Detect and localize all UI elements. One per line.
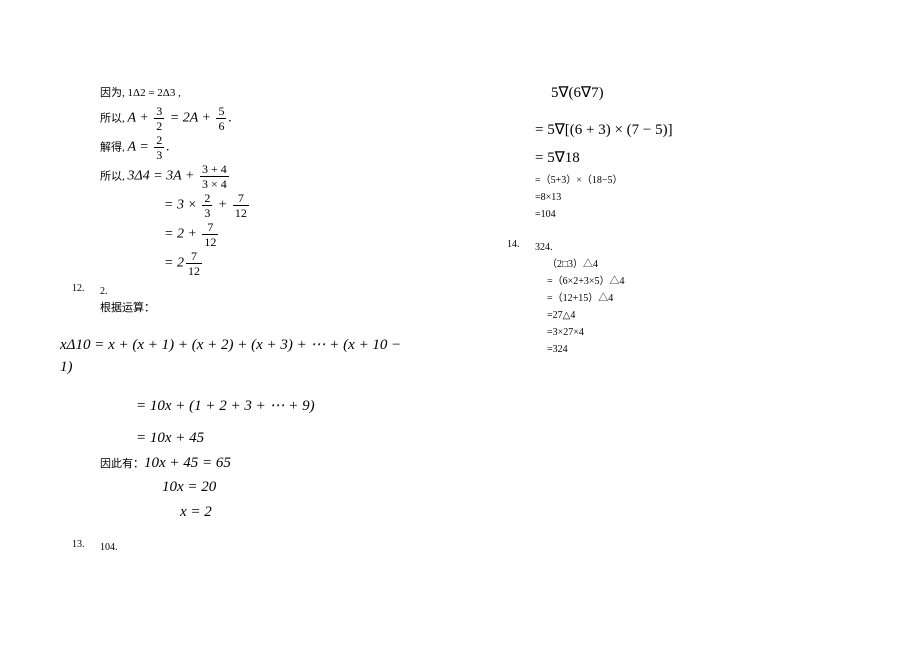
- text: 根据运算：: [100, 300, 405, 318]
- var: A: [128, 111, 136, 126]
- den: 3: [154, 148, 164, 161]
- punct: .: [166, 140, 170, 155]
- equation: =（6×2+3×5）△4: [547, 273, 840, 290]
- expr: = 2 +: [164, 227, 200, 242]
- problem-number: 12.: [72, 283, 100, 294]
- equation: =3×27×4: [547, 324, 840, 341]
- op: +: [198, 111, 214, 126]
- equation: = 5∇18: [535, 147, 840, 170]
- equation: （2□3）△4: [547, 256, 840, 273]
- text: 所以,: [100, 171, 128, 183]
- punct: .: [228, 111, 232, 126]
- equation: = 5∇[(6 + 3) × (7 − 5)]: [535, 119, 840, 142]
- equation: =324: [547, 341, 840, 358]
- text: 因为, 1Δ2 = 2Δ3 ,: [100, 87, 181, 99]
- op: =: [136, 140, 152, 155]
- den: 12: [202, 235, 218, 248]
- equation: 10x + 45 = 65: [144, 455, 231, 471]
- problem-answer: 2.: [100, 286, 108, 297]
- problem-answer: 324.: [535, 242, 553, 253]
- equation: xΔ10 = x + (x + 1) + (x + 2) + (x + 3) +…: [60, 334, 405, 379]
- op: +: [181, 169, 197, 184]
- expr: = 2: [164, 256, 184, 271]
- op: +: [214, 198, 230, 213]
- equation: 5∇(6∇7): [551, 82, 840, 105]
- var: A: [128, 140, 136, 155]
- equation: =（12+15）△4: [547, 290, 840, 307]
- num: 3: [154, 105, 164, 119]
- problem-number: 14.: [507, 239, 535, 250]
- equation: =（5+3）×（18−5）: [535, 172, 840, 189]
- num: 7: [233, 192, 249, 206]
- text: 所以,: [100, 113, 128, 125]
- equation: =27△4: [547, 307, 840, 324]
- num: 7: [186, 250, 202, 264]
- equation: = 10x + (1 + 2 + 3 + ⋯ + 9): [136, 395, 405, 418]
- problem-number: 13.: [72, 539, 100, 550]
- problem-answer: 104.: [100, 542, 118, 553]
- equation: =8×13: [535, 189, 840, 206]
- num: 7: [202, 221, 218, 235]
- den: 12: [186, 264, 202, 277]
- equation: = 10x + 45: [136, 427, 405, 450]
- equation: =104: [535, 206, 840, 223]
- num: 5: [216, 105, 226, 119]
- num: 3 + 4: [200, 163, 229, 177]
- num: 2: [154, 134, 164, 148]
- den: 3 × 4: [200, 177, 229, 190]
- expr: = 3 ×: [164, 198, 200, 213]
- equation: x = 2: [180, 501, 405, 524]
- den: 6: [216, 119, 226, 132]
- op: = 2: [166, 111, 189, 126]
- den: 12: [233, 206, 249, 219]
- expr: 3Δ4 = 3: [128, 169, 174, 184]
- op: +: [136, 111, 152, 126]
- equation: 10x = 20: [162, 476, 405, 499]
- den: 3: [202, 206, 212, 219]
- num: 2: [202, 192, 212, 206]
- den: 2: [154, 119, 164, 132]
- text: 因此有：: [100, 458, 144, 470]
- text: 解得,: [100, 142, 128, 154]
- var: A: [190, 111, 198, 126]
